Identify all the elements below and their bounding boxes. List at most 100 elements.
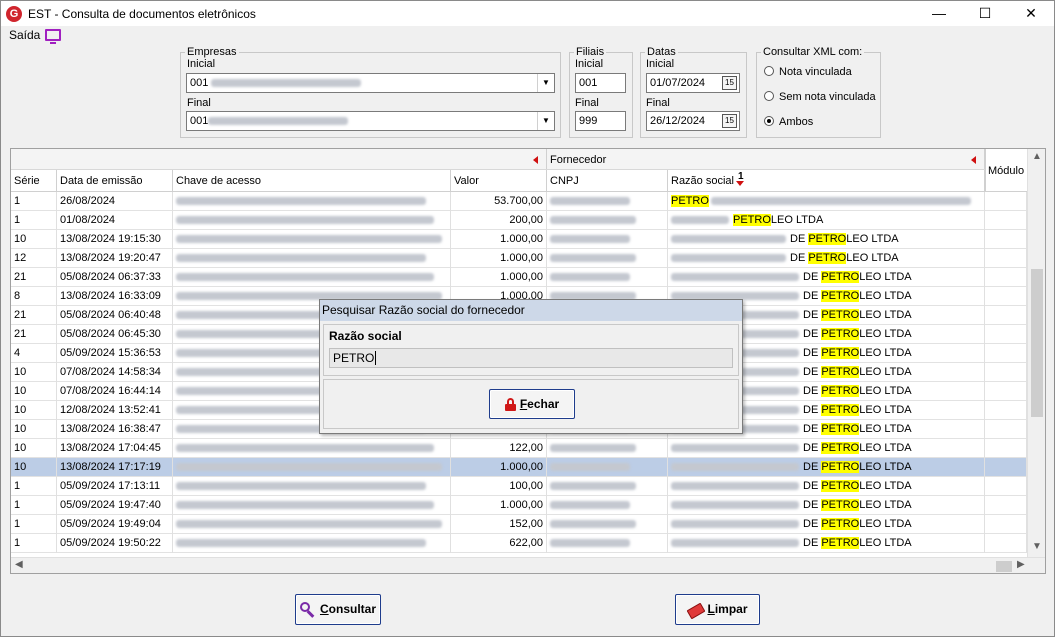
table-row[interactable]: 1 26/08/2024 53.700,00 PETRO — [11, 192, 1027, 211]
razao-suffix: LEO LTDA — [859, 271, 912, 283]
table-row[interactable]: 1 05/09/2024 19:47:40 1.000,00 DE PETROLEO … — [11, 496, 1027, 515]
filiais-legend: Filiais — [576, 46, 605, 58]
data-final-label: Final — [646, 97, 670, 109]
razao-prefix: DE — [803, 518, 822, 530]
cell-chave-acesso — [173, 439, 451, 458]
scroll-thumb[interactable] — [996, 561, 1012, 572]
table-row[interactable]: 1 05/09/2024 19:49:04 152,00 DE PETROLEO LT… — [11, 515, 1027, 534]
cell-serie: 21 — [11, 306, 57, 325]
razao-prefix: DE — [803, 271, 822, 283]
match-highlight: PETRO — [808, 252, 847, 264]
cell-razao-social: DE PETROLEO LTDA — [668, 534, 985, 553]
limpar-button[interactable]: Limpar — [675, 594, 760, 625]
cell-serie: 10 — [11, 230, 57, 249]
minimize-button[interactable]: — — [916, 1, 962, 26]
cell-cnpj — [547, 439, 668, 458]
radio-dot-icon — [764, 66, 774, 76]
collapse-left-icon[interactable] — [533, 156, 538, 164]
monitor-icon[interactable] — [45, 29, 61, 44]
match-highlight: PETRO — [821, 442, 860, 454]
maximize-button[interactable]: ☐ — [962, 1, 1008, 26]
cell-valor: 1.000,00 — [451, 458, 547, 477]
cell-data-emissao: 13/08/2024 19:20:47 — [57, 249, 173, 268]
radio-label: Sem nota vinculada — [779, 91, 876, 103]
data-final-field[interactable]: 26/12/2024 15 — [646, 111, 740, 131]
cell-valor: 1.000,00 — [451, 268, 547, 287]
razao-prefix: DE — [803, 423, 822, 435]
cell-serie: 10 — [11, 439, 57, 458]
cell-modulo — [985, 306, 1027, 325]
menu-saida[interactable]: Saída — [9, 28, 40, 42]
match-highlight: PETRO — [821, 461, 860, 473]
radio-nota-vinculada[interactable]: Nota vinculada — [764, 66, 852, 78]
scroll-thumb[interactable] — [1031, 269, 1043, 417]
razao-prefix: DE — [803, 309, 822, 321]
table-row[interactable]: 10 13/08/2024 17:04:45 122,00 DE PETROLEO L… — [11, 439, 1027, 458]
filial-inicial-field[interactable]: 001 — [575, 73, 626, 93]
table-row[interactable]: 10 13/08/2024 19:15:30 1.000,00 DE PETROLEO… — [11, 230, 1027, 249]
table-row[interactable]: 1 05/09/2024 17:13:11 100,00 DE PETROLEO LT… — [11, 477, 1027, 496]
razao-prefix: DE — [803, 366, 822, 378]
radio-label: Ambos — [779, 116, 814, 128]
cell-razao-social: DE PETROLEO LTDA — [668, 496, 985, 515]
cell-serie: 10 — [11, 382, 57, 401]
cell-valor: 200,00 — [451, 211, 547, 230]
cell-data-emissao: 05/08/2024 06:45:30 — [57, 325, 173, 344]
empresa-inicial-combo[interactable]: 001 ▼ — [186, 73, 555, 93]
cell-modulo — [985, 287, 1027, 306]
cell-razao-social: DE PETROLEO LTDA — [668, 268, 985, 287]
limpar-label: impar — [714, 602, 748, 616]
scroll-right-icon[interactable]: ▶ — [1017, 559, 1025, 570]
collapse-left-icon[interactable] — [971, 156, 976, 164]
empresa-final-combo[interactable]: 001 ▼ — [186, 111, 555, 131]
data-inicial-field[interactable]: 01/07/2024 15 — [646, 73, 740, 93]
razao-prefix: DE — [790, 233, 809, 245]
razao-social-search-input[interactable]: PETRO — [329, 348, 733, 368]
col-chave-acesso[interactable]: Chave de acesso — [173, 170, 451, 191]
cell-cnpj — [547, 230, 668, 249]
fechar-button[interactable]: Fechar — [489, 389, 575, 419]
table-row[interactable]: 1 05/09/2024 19:50:22 622,00 DE PETROLEO LT… — [11, 534, 1027, 553]
cell-chave-acesso — [173, 211, 451, 230]
limpar-accel: L — [707, 602, 715, 616]
cell-serie: 10 — [11, 363, 57, 382]
cell-razao-social: PETRO — [668, 192, 985, 211]
table-row[interactable]: 10 13/08/2024 17:17:19 1.000,00 DE PETROLEO… — [11, 458, 1027, 477]
table-row[interactable]: 12 13/08/2024 19:20:47 1.000,00 DE PETROLEO… — [11, 249, 1027, 268]
radio-sem-nota-vinculada[interactable]: Sem nota vinculada — [764, 91, 876, 103]
chevron-down-icon[interactable]: ▼ — [537, 74, 554, 92]
cell-cnpj — [547, 515, 668, 534]
cell-modulo — [985, 420, 1027, 439]
cell-valor: 152,00 — [451, 515, 547, 534]
cell-data-emissao: 13/08/2024 17:17:19 — [57, 458, 173, 477]
close-button[interactable]: ✕ — [1008, 1, 1054, 26]
consultar-button[interactable]: Consultar — [295, 594, 381, 625]
radio-ambos[interactable]: Ambos — [764, 116, 813, 128]
scroll-left-icon[interactable]: ◀ — [15, 559, 23, 570]
search-input-value: PETRO — [333, 351, 375, 365]
grid-column-header: Série Data de emissão Chave de acesso Va… — [11, 170, 985, 192]
col-valor[interactable]: Valor — [451, 170, 547, 191]
scroll-up-icon[interactable]: ▲ — [1032, 151, 1042, 162]
calendar-icon[interactable]: 15 — [722, 76, 737, 90]
cell-data-emissao: 05/09/2024 19:50:22 — [57, 534, 173, 553]
match-highlight: PETRO — [821, 309, 860, 321]
table-row[interactable]: 21 05/08/2024 06:37:33 1.000,00 DE PETROLEO… — [11, 268, 1027, 287]
vertical-scrollbar[interactable]: ▲ ▼ — [1027, 149, 1045, 557]
chevron-down-icon[interactable]: ▼ — [537, 112, 554, 130]
cell-serie: 1 — [11, 515, 57, 534]
horizontal-scrollbar[interactable]: ◀ ▶ — [11, 557, 1045, 573]
col-modulo[interactable]: Módulo — [985, 149, 1027, 192]
col-cnpj[interactable]: CNPJ — [547, 170, 668, 191]
col-serie[interactable]: Série — [11, 170, 57, 191]
scroll-down-icon[interactable]: ▼ — [1032, 541, 1042, 552]
table-row[interactable]: 1 01/08/2024 200,00 PETROLEO LTDA — [11, 211, 1027, 230]
razao-prefix: DE — [803, 499, 822, 511]
col-data-emissao[interactable]: Data de emissão — [57, 170, 173, 191]
cell-valor: 622,00 — [451, 534, 547, 553]
cell-modulo — [985, 211, 1027, 230]
col-razao-social[interactable]: Razão social 1 — [668, 170, 985, 191]
filial-final-field[interactable]: 999 — [575, 111, 626, 131]
razao-suffix: LEO LTDA — [859, 461, 912, 473]
calendar-icon[interactable]: 15 — [722, 114, 737, 128]
